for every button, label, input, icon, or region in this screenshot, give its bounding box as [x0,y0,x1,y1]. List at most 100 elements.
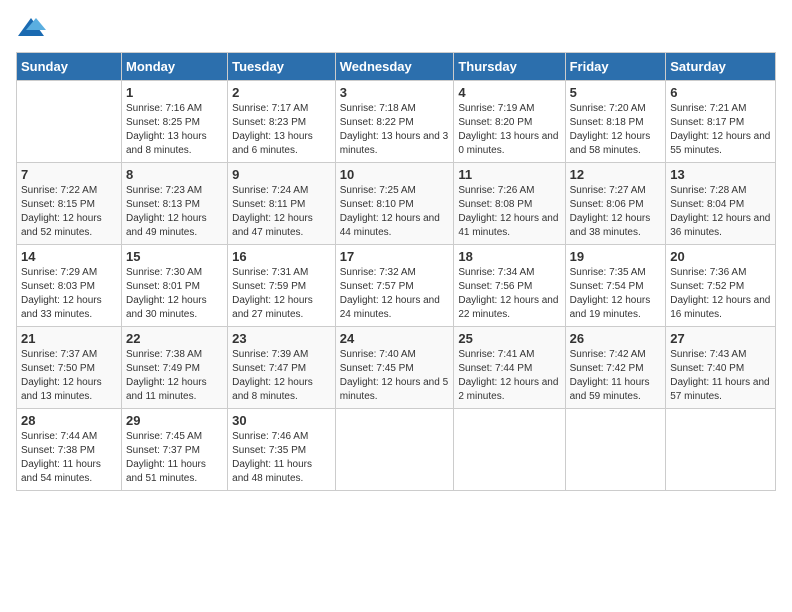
calendar-cell [17,81,122,163]
day-info: Sunrise: 7:22 AMSunset: 8:15 PMDaylight:… [21,184,117,240]
day-header-sunday: Sunday [17,53,122,81]
calendar-cell: 29Sunrise: 7:45 AMSunset: 7:37 PMDayligh… [121,409,227,491]
day-number: 22 [126,331,223,346]
day-header-tuesday: Tuesday [228,53,336,81]
day-header-wednesday: Wednesday [335,53,454,81]
day-number: 6 [670,85,771,100]
calendar-header-row: SundayMondayTuesdayWednesdayThursdayFrid… [17,53,776,81]
calendar-week-row: 7 Sunrise: 7:22 AMSunset: 8:15 PMDaylight… [17,163,776,245]
calendar-table: SundayMondayTuesdayWednesdayThursdayFrid… [16,52,776,491]
day-info: Sunrise: 7:44 AMSunset: 7:38 PMDaylight:… [21,430,117,486]
day-number: 10 [340,167,450,182]
calendar-cell: 11Sunrise: 7:26 AMSunset: 8:08 PMDayligh… [454,163,565,245]
day-number: 2 [232,85,331,100]
calendar-week-row: 21 Sunrise: 7:37 AMSunset: 7:50 PMDayligh… [17,327,776,409]
day-number: 21 [21,331,117,346]
logo [16,16,50,40]
day-info: Sunrise: 7:19 AMSunset: 8:20 PMDaylight:… [458,102,560,158]
day-info: Sunrise: 7:25 AMSunset: 8:10 PMDaylight:… [340,184,450,240]
calendar-cell: 18 Sunrise: 7:34 AMSunset: 7:56 PMDayligh… [454,245,565,327]
day-number: 7 [21,167,117,182]
day-info: Sunrise: 7:16 AMSunset: 8:25 PMDaylight:… [126,102,223,158]
day-number: 14 [21,249,117,264]
day-number: 27 [670,331,771,346]
calendar-cell [454,409,565,491]
calendar-cell: 27 Sunrise: 7:43 AMSunset: 7:40 PMDayligh… [666,327,776,409]
calendar-cell [565,409,666,491]
calendar-cell: 20Sunrise: 7:36 AMSunset: 7:52 PMDayligh… [666,245,776,327]
day-number: 26 [570,331,662,346]
day-info: Sunrise: 7:28 AMSunset: 8:04 PMDaylight:… [670,184,771,240]
day-number: 16 [232,249,331,264]
calendar-cell: 17 Sunrise: 7:32 AMSunset: 7:57 PMDayligh… [335,245,454,327]
day-info: Sunrise: 7:34 AMSunset: 7:56 PMDaylight:… [458,266,560,322]
day-number: 23 [232,331,331,346]
calendar-cell: 23 Sunrise: 7:39 AMSunset: 7:47 PMDayligh… [228,327,336,409]
day-number: 4 [458,85,560,100]
calendar-cell: 13 Sunrise: 7:28 AMSunset: 8:04 PMDayligh… [666,163,776,245]
day-number: 30 [232,413,331,428]
day-number: 9 [232,167,331,182]
calendar-cell: 6 Sunrise: 7:21 AMSunset: 8:17 PMDaylight… [666,81,776,163]
calendar-cell: 21 Sunrise: 7:37 AMSunset: 7:50 PMDayligh… [17,327,122,409]
day-info: Sunrise: 7:29 AMSunset: 8:03 PMDaylight:… [21,266,117,322]
day-info: Sunrise: 7:41 AMSunset: 7:44 PMDaylight:… [458,348,560,404]
day-info: Sunrise: 7:31 AMSunset: 7:59 PMDaylight:… [232,266,331,322]
calendar-cell: 16 Sunrise: 7:31 AMSunset: 7:59 PMDayligh… [228,245,336,327]
calendar-cell: 10 Sunrise: 7:25 AMSunset: 8:10 PMDayligh… [335,163,454,245]
day-header-thursday: Thursday [454,53,565,81]
day-number: 18 [458,249,560,264]
calendar-cell: 3 Sunrise: 7:18 AMSunset: 8:22 PMDaylight… [335,81,454,163]
calendar-cell: 22Sunrise: 7:38 AMSunset: 7:49 PMDayligh… [121,327,227,409]
calendar-week-row: 28 Sunrise: 7:44 AMSunset: 7:38 PMDayligh… [17,409,776,491]
day-info: Sunrise: 7:36 AMSunset: 7:52 PMDaylight:… [670,266,771,322]
calendar-cell: 30 Sunrise: 7:46 AMSunset: 7:35 PMDayligh… [228,409,336,491]
day-info: Sunrise: 7:20 AMSunset: 8:18 PMDaylight:… [570,102,662,158]
day-info: Sunrise: 7:46 AMSunset: 7:35 PMDaylight:… [232,430,331,486]
day-info: Sunrise: 7:18 AMSunset: 8:22 PMDaylight:… [340,102,450,158]
day-number: 3 [340,85,450,100]
day-info: Sunrise: 7:21 AMSunset: 8:17 PMDaylight:… [670,102,771,158]
calendar-cell: 1 Sunrise: 7:16 AMSunset: 8:25 PMDaylight… [121,81,227,163]
calendar-cell: 19Sunrise: 7:35 AMSunset: 7:54 PMDayligh… [565,245,666,327]
calendar-week-row: 1 Sunrise: 7:16 AMSunset: 8:25 PMDaylight… [17,81,776,163]
day-info: Sunrise: 7:40 AMSunset: 7:45 PMDaylight:… [340,348,450,404]
day-info: Sunrise: 7:30 AMSunset: 8:01 PMDaylight:… [126,266,223,322]
calendar-cell: 15 Sunrise: 7:30 AMSunset: 8:01 PMDayligh… [121,245,227,327]
day-header-friday: Friday [565,53,666,81]
calendar-cell: 12Sunrise: 7:27 AMSunset: 8:06 PMDayligh… [565,163,666,245]
calendar-cell: 24 Sunrise: 7:40 AMSunset: 7:45 PMDayligh… [335,327,454,409]
day-number: 5 [570,85,662,100]
day-info: Sunrise: 7:39 AMSunset: 7:47 PMDaylight:… [232,348,331,404]
calendar-cell: 8 Sunrise: 7:23 AMSunset: 8:13 PMDaylight… [121,163,227,245]
calendar-cell: 25 Sunrise: 7:41 AMSunset: 7:44 PMDayligh… [454,327,565,409]
day-header-saturday: Saturday [666,53,776,81]
day-header-monday: Monday [121,53,227,81]
calendar-cell: 2 Sunrise: 7:17 AMSunset: 8:23 PMDaylight… [228,81,336,163]
day-info: Sunrise: 7:43 AMSunset: 7:40 PMDaylight:… [670,348,771,404]
calendar-week-row: 14 Sunrise: 7:29 AMSunset: 8:03 PMDayligh… [17,245,776,327]
day-number: 12 [570,167,662,182]
day-number: 8 [126,167,223,182]
calendar-cell [666,409,776,491]
day-number: 15 [126,249,223,264]
day-number: 28 [21,413,117,428]
day-info: Sunrise: 7:45 AMSunset: 7:37 PMDaylight:… [126,430,223,486]
calendar-cell: 9 Sunrise: 7:24 AMSunset: 8:11 PMDaylight… [228,163,336,245]
day-info: Sunrise: 7:42 AMSunset: 7:42 PMDaylight:… [570,348,662,404]
day-number: 13 [670,167,771,182]
day-info: Sunrise: 7:24 AMSunset: 8:11 PMDaylight:… [232,184,331,240]
day-number: 17 [340,249,450,264]
page-header [16,16,776,40]
day-number: 25 [458,331,560,346]
day-info: Sunrise: 7:17 AMSunset: 8:23 PMDaylight:… [232,102,331,158]
day-info: Sunrise: 7:37 AMSunset: 7:50 PMDaylight:… [21,348,117,404]
calendar-cell [335,409,454,491]
day-number: 1 [126,85,223,100]
day-number: 24 [340,331,450,346]
day-info: Sunrise: 7:32 AMSunset: 7:57 PMDaylight:… [340,266,450,322]
day-number: 19 [570,249,662,264]
calendar-cell: 26 Sunrise: 7:42 AMSunset: 7:42 PMDayligh… [565,327,666,409]
day-info: Sunrise: 7:23 AMSunset: 8:13 PMDaylight:… [126,184,223,240]
calendar-cell: 14 Sunrise: 7:29 AMSunset: 8:03 PMDayligh… [17,245,122,327]
